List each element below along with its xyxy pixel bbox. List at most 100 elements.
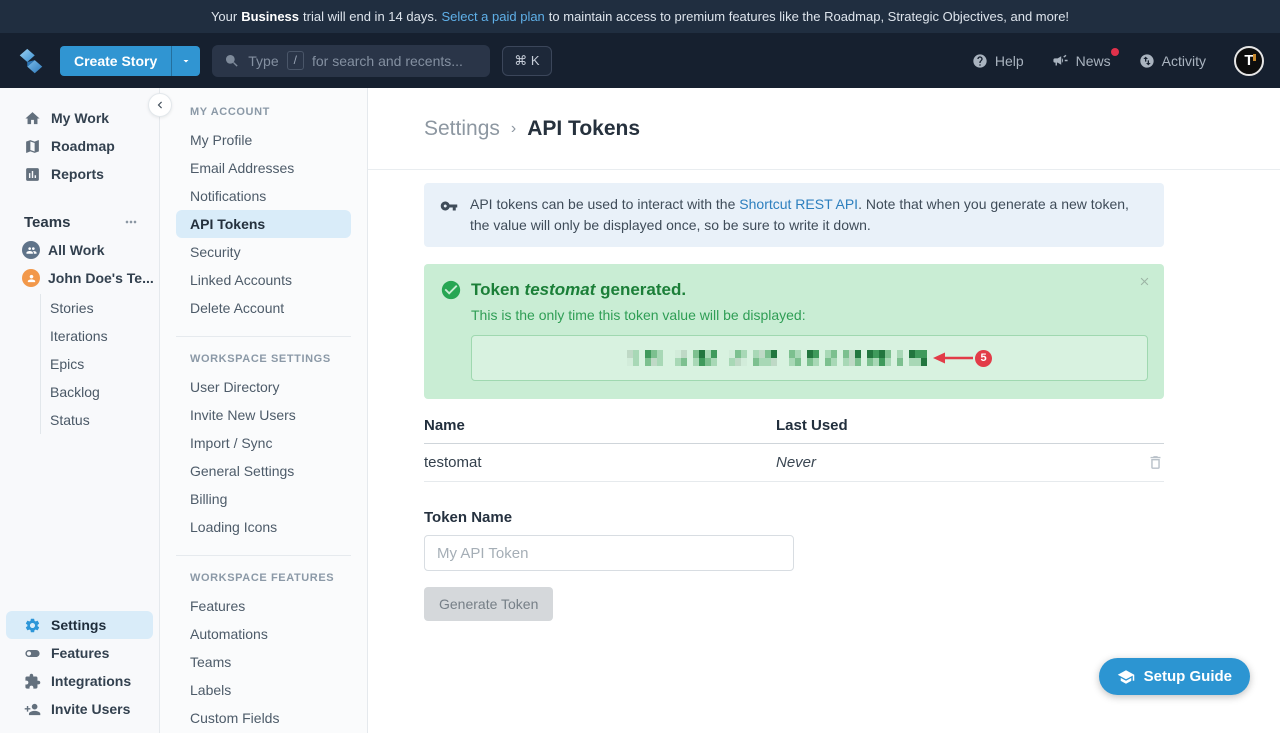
toggle-icon — [24, 645, 41, 662]
sidebar-item-my-work[interactable]: My Work — [6, 104, 153, 132]
section-divider — [176, 336, 351, 337]
settings-item-email-addresses[interactable]: Email Addresses — [176, 154, 351, 182]
sidebar-item-label: Roadmap — [51, 138, 115, 154]
alert-title-pre: Token — [471, 280, 525, 299]
settings-item-my-profile[interactable]: My Profile — [176, 126, 351, 154]
settings-item-delete-account[interactable]: Delete Account — [176, 294, 351, 322]
activity-label: Activity — [1162, 53, 1206, 69]
sidebar-item-settings[interactable]: Settings — [6, 611, 153, 639]
search-input[interactable]: Type / for search and recents... — [212, 45, 490, 77]
sidebar-item-label: My Work — [51, 110, 109, 126]
ellipsis-icon[interactable] — [123, 214, 139, 230]
settings-item-features[interactable]: Features — [176, 592, 351, 620]
page-title: API Tokens — [527, 117, 640, 141]
create-story-button[interactable]: Create Story — [60, 46, 200, 76]
sidebar-item-integrations[interactable]: Integrations — [6, 667, 153, 695]
section-divider — [176, 555, 351, 556]
roadmap-icon — [24, 138, 41, 155]
settings-item-general-settings[interactable]: General Settings — [176, 457, 351, 485]
settings-item-security[interactable]: Security — [176, 238, 351, 266]
sidebar-item-label: Settings — [51, 617, 106, 633]
section-title-my-account: MY ACCOUNT — [176, 106, 351, 118]
home-icon — [24, 110, 41, 127]
banner-text-suffix: to maintain access to premium features l… — [549, 9, 1069, 24]
chevron-down-icon — [180, 55, 192, 67]
alert-title-post: generated. — [595, 280, 686, 299]
check-circle-icon — [440, 279, 462, 301]
sidebar-item-reports[interactable]: Reports — [6, 160, 153, 188]
teams-section-header: Teams — [0, 208, 159, 236]
annotation: 5 — [931, 350, 992, 367]
search-icon — [224, 53, 240, 69]
api-tokens-info-banner: API tokens can be used to interact with … — [424, 183, 1164, 247]
sidebar-item-roadmap[interactable]: Roadmap — [6, 132, 153, 160]
people-icon — [26, 245, 37, 256]
close-icon[interactable] — [1138, 275, 1151, 293]
settings-item-labels[interactable]: Labels — [176, 676, 351, 704]
chevron-left-icon — [153, 98, 167, 112]
team-sub-links: Stories Iterations Epics Backlog Status — [40, 294, 159, 434]
help-menu[interactable]: Help — [972, 53, 1024, 69]
token-name-label: Token Name — [424, 509, 1280, 526]
settings-item-automations[interactable]: Automations — [176, 620, 351, 648]
page-header: Settings › API Tokens — [368, 88, 1280, 170]
sidebar-item-status[interactable]: Status — [41, 406, 159, 434]
settings-item-custom-fields[interactable]: Custom Fields — [176, 704, 351, 732]
cmd-k-shortcut-badge[interactable]: ⌘ K — [502, 46, 551, 76]
setup-guide-button[interactable]: Setup Guide — [1099, 658, 1250, 695]
alert-subtitle: This is the only time this token value w… — [471, 307, 1148, 323]
sidebar-item-features[interactable]: Features — [6, 639, 153, 667]
sidebar-item-invite-users[interactable]: Invite Users — [6, 695, 153, 723]
select-paid-plan-link[interactable]: Select a paid plan — [441, 9, 544, 24]
settings-item-loading-icons[interactable]: Loading Icons — [176, 513, 351, 541]
settings-sidebar: MY ACCOUNT My Profile Email Addresses No… — [160, 88, 368, 733]
graduation-cap-icon — [1117, 668, 1135, 686]
banner-text-prefix: Your — [211, 9, 237, 24]
breadcrumb-settings[interactable]: Settings — [424, 117, 500, 141]
navbar-right: Help News Activity T — [972, 46, 1264, 76]
annotation-number: 5 — [975, 350, 992, 367]
key-icon — [440, 197, 458, 215]
trial-banner: Your Business trial will end in 14 days.… — [0, 0, 1280, 33]
all-work-avatar — [22, 241, 40, 259]
token-value-box: 5 — [471, 335, 1148, 381]
settings-item-user-directory[interactable]: User Directory — [176, 373, 351, 401]
sidebar-team-all-work[interactable]: All Work — [0, 236, 159, 264]
trash-icon[interactable] — [1147, 454, 1164, 471]
person-plus-icon — [24, 701, 41, 718]
sidebar-team-john-doe[interactable]: John Doe's Te... — [0, 264, 159, 292]
sidebar-item-iterations[interactable]: Iterations — [41, 322, 159, 350]
sidebar-item-epics[interactable]: Epics — [41, 350, 159, 378]
redacted-token — [627, 350, 927, 366]
settings-item-invite-new-users[interactable]: Invite New Users — [176, 401, 351, 429]
reports-icon — [24, 166, 41, 183]
settings-item-api-tokens[interactable]: API Tokens — [176, 210, 351, 238]
shortcut-rest-api-link[interactable]: Shortcut REST API — [739, 196, 858, 212]
collapse-sidebar-button[interactable] — [148, 93, 172, 117]
table-header-row: Name Last Used — [424, 417, 1164, 444]
shortcut-logo[interactable] — [16, 46, 46, 76]
token-name-input[interactable] — [424, 535, 794, 571]
settings-item-notifications[interactable]: Notifications — [176, 182, 351, 210]
generate-token-button[interactable]: Generate Token — [424, 587, 553, 621]
settings-item-import-sync[interactable]: Import / Sync — [176, 429, 351, 457]
banner-plan-name: Business — [241, 9, 299, 24]
settings-item-billing[interactable]: Billing — [176, 485, 351, 513]
banner-text-middle: trial will end in 14 days. — [303, 9, 437, 24]
help-label: Help — [995, 53, 1024, 69]
setup-guide-label: Setup Guide — [1144, 668, 1232, 685]
main-content: Settings › API Tokens API tokens can be … — [368, 88, 1280, 733]
settings-item-linked-accounts[interactable]: Linked Accounts — [176, 266, 351, 294]
megaphone-icon — [1052, 52, 1069, 69]
news-menu[interactable]: News — [1052, 52, 1111, 69]
activity-menu[interactable]: Activity — [1139, 53, 1206, 69]
top-navbar: Create Story Type / for search and recen… — [0, 33, 1280, 88]
create-story-caret[interactable] — [171, 46, 200, 76]
primary-sidebar: My Work Roadmap Reports Teams All Work J… — [0, 88, 160, 733]
settings-item-teams[interactable]: Teams — [176, 648, 351, 676]
sidebar-item-backlog[interactable]: Backlog — [41, 378, 159, 406]
news-notification-dot — [1111, 48, 1119, 56]
sidebar-item-stories[interactable]: Stories — [41, 294, 159, 322]
token-generated-alert: Token testomat generated. This is the on… — [424, 264, 1164, 399]
user-avatar[interactable]: T — [1234, 46, 1264, 76]
